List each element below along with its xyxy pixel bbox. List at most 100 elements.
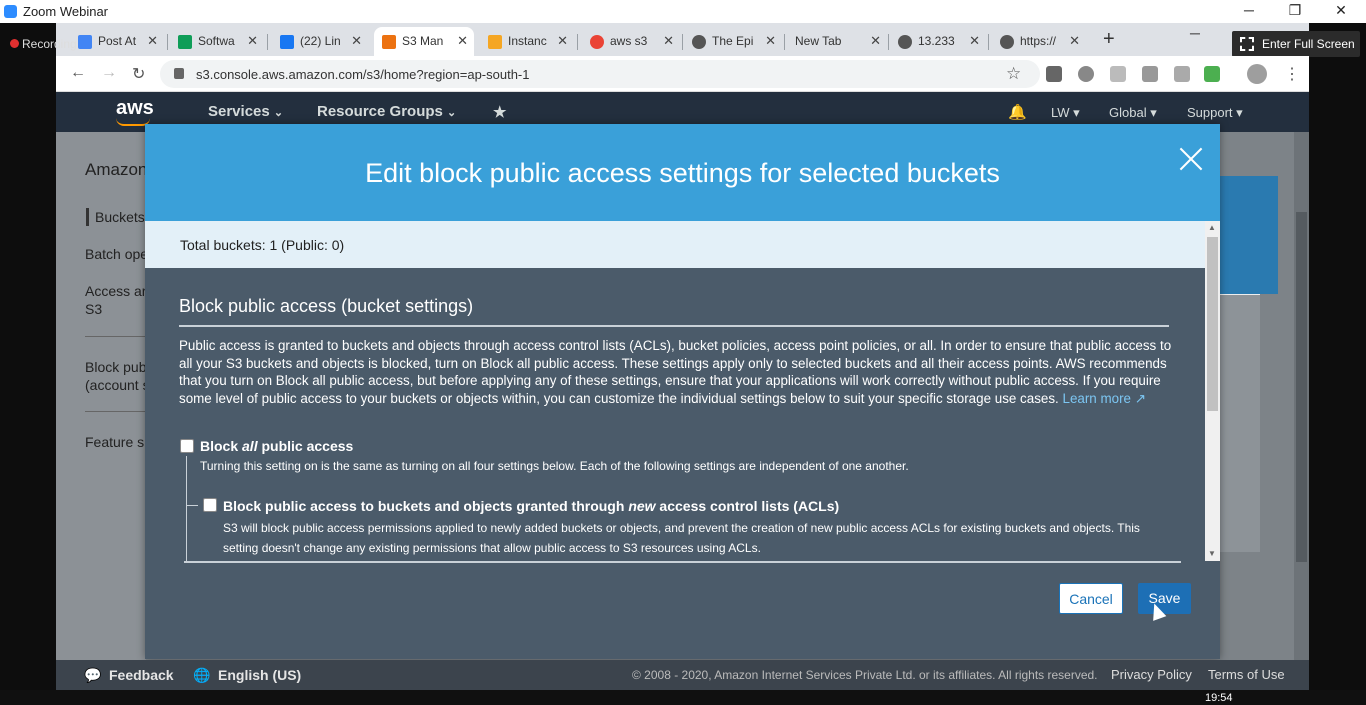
left-frame (0, 23, 56, 705)
sidebar-item-access-analyzer-s3[interactable]: S3 (85, 301, 102, 317)
resource-groups-label: Resource Groups (317, 103, 443, 120)
google-icon (590, 35, 604, 49)
tab-separator (167, 34, 168, 50)
new-tab-button[interactable]: + (1103, 28, 1115, 51)
sidebar-item-access-analyzer[interactable]: Access ar (85, 283, 146, 299)
region-label: Global (1109, 105, 1147, 120)
region-menu[interactable]: Global ▾ (1109, 105, 1157, 121)
tab-close-icon[interactable]: ✕ (870, 33, 881, 49)
external-link-icon: ↗ (1134, 390, 1146, 406)
tab-label: Post At (98, 34, 137, 48)
maximize-icon[interactable]: ❐ (1280, 2, 1310, 19)
tab-linkedin[interactable]: (22) Lin ✕ (272, 27, 368, 56)
tab-close-icon[interactable]: ✕ (351, 33, 362, 49)
tree-connector-vertical (186, 456, 187, 563)
modal-scrollbar[interactable]: ▲ ▼ (1205, 221, 1220, 561)
facebook-icon (280, 35, 294, 49)
chevron-down-icon: ⌄ (447, 107, 457, 119)
tab-close-icon[interactable]: ✕ (147, 33, 158, 49)
close-icon[interactable] (1179, 147, 1203, 171)
edit-block-public-access-modal: Edit block public access settings for se… (145, 124, 1220, 659)
block-new-acl-checkbox[interactable] (203, 498, 217, 512)
extension-b-icon[interactable] (1142, 66, 1158, 82)
browser-minimize-icon[interactable]: ─ (1190, 25, 1200, 41)
tab-label: Instanc (508, 34, 547, 48)
forward-icon[interactable]: → (101, 64, 117, 82)
block-new-acl-description: S3 will block public access permissions … (223, 521, 1140, 555)
globe-icon (1000, 35, 1014, 49)
resource-groups-menu[interactable]: Resource Groups ⌄ (317, 103, 456, 120)
sidebar-item-buckets[interactable]: Buckets (95, 209, 145, 225)
address-bar[interactable]: s3.console.aws.amazon.com/s3/home?region… (160, 60, 1040, 88)
acl-label-em: new (628, 498, 656, 514)
scroll-down-icon[interactable]: ▼ (1208, 549, 1216, 558)
extension-edit-icon[interactable] (1174, 66, 1190, 82)
tab-new-tab[interactable]: New Tab ✕ (787, 27, 887, 56)
tab-close-icon[interactable]: ✕ (765, 33, 776, 49)
account-menu[interactable]: LW ▾ (1051, 105, 1080, 121)
close-window-icon[interactable]: ✕ (1326, 2, 1356, 19)
settings-list-bottom-border (184, 561, 1181, 563)
sidebar-active-marker (86, 208, 89, 226)
support-menu[interactable]: Support ▾ (1187, 105, 1243, 121)
block-all-label-pre: Block (200, 438, 243, 454)
aws-logo[interactable]: aws (116, 97, 154, 120)
language-selector[interactable]: English (US) (218, 667, 301, 683)
notifications-bell-icon[interactable]: 🔔 (1008, 103, 1027, 121)
minimize-icon[interactable]: ─ (1234, 2, 1264, 18)
terms-of-use-link[interactable]: Terms of Use (1208, 667, 1285, 682)
section-description: Public access is granted to buckets and … (179, 337, 1174, 407)
background-content-box (1220, 294, 1260, 552)
tab-s3-management[interactable]: S3 Man ✕ (374, 27, 474, 56)
url-text: s3.console.aws.amazon.com/s3/home?region… (196, 67, 530, 82)
page-scrollbar[interactable] (1294, 132, 1309, 660)
back-icon[interactable]: ← (70, 64, 86, 82)
profile-avatar[interactable] (1247, 64, 1267, 84)
save-button[interactable]: Save (1138, 583, 1191, 614)
enter-full-screen-button[interactable]: Enter Full Screen (1232, 31, 1360, 57)
total-buckets-text: Total buckets: 1 (Public: 0) (180, 237, 345, 253)
tab-the-epi[interactable]: The Epi ✕ (684, 27, 782, 56)
sidebar-item-block-public[interactable]: Block pub (85, 359, 146, 375)
page-scrollbar-thumb[interactable] (1296, 212, 1307, 562)
services-menu[interactable]: Services ⌄ (208, 103, 283, 120)
chrome-menu-icon[interactable]: ⋮ (1284, 64, 1300, 84)
tab-post-at[interactable]: Post At ✕ (70, 27, 164, 56)
extension-d-icon[interactable] (1204, 66, 1220, 82)
tab-google-search[interactable]: aws s3 ✕ (582, 27, 680, 56)
tab-close-icon[interactable]: ✕ (457, 33, 468, 49)
block-all-checkbox[interactable] (180, 439, 194, 453)
extension-ph-icon[interactable] (1110, 66, 1126, 82)
sidebar-item-feature-spotlight[interactable]: Feature sp (85, 434, 152, 450)
block-all-label-post: public access (257, 438, 354, 454)
tab-ip-address[interactable]: 13.233 ✕ (890, 27, 986, 56)
sidebar-item-block-public-account[interactable]: (account s (85, 377, 150, 393)
tab-close-icon[interactable]: ✕ (1069, 33, 1080, 49)
tab-label: The Epi (712, 34, 754, 48)
bookmark-star-icon[interactable]: ☆ (1006, 64, 1021, 84)
zoom-window-title: Zoom Webinar (23, 4, 109, 19)
tab-software[interactable]: Softwa ✕ (170, 27, 264, 56)
drive-icon (178, 35, 192, 49)
extension-circle-icon[interactable] (1078, 66, 1094, 82)
learn-more-link[interactable]: Learn more ↗ (1063, 391, 1146, 406)
tab-close-icon[interactable]: ✕ (969, 33, 980, 49)
feedback-link[interactable]: Feedback (109, 667, 174, 683)
feedback-icon: 💬 (84, 667, 102, 683)
tab-close-icon[interactable]: ✕ (557, 33, 568, 49)
sidebar-item-batch-operations[interactable]: Batch ope (85, 246, 148, 262)
reload-icon[interactable]: ↻ (132, 64, 145, 84)
tab-close-icon[interactable]: ✕ (247, 33, 258, 49)
learn-more-label: Learn more (1062, 390, 1131, 406)
tab-close-icon[interactable]: ✕ (663, 33, 674, 49)
tab-instances[interactable]: Instanc ✕ (480, 27, 574, 56)
tab-https[interactable]: https:// ✕ (992, 27, 1086, 56)
cancel-button[interactable]: Cancel (1059, 583, 1123, 614)
scroll-up-icon[interactable]: ▲ (1208, 223, 1216, 232)
modal-scrollbar-thumb[interactable] (1207, 237, 1218, 411)
extension-g-icon[interactable] (1046, 66, 1062, 82)
tab-strip: Post At ✕ Softwa ✕ (22) Lin ✕ S3 Man ✕ I… (56, 23, 1309, 56)
zoom-logo-icon (4, 5, 17, 18)
pin-icon[interactable]: ★ (493, 103, 506, 121)
privacy-policy-link[interactable]: Privacy Policy (1111, 667, 1192, 682)
